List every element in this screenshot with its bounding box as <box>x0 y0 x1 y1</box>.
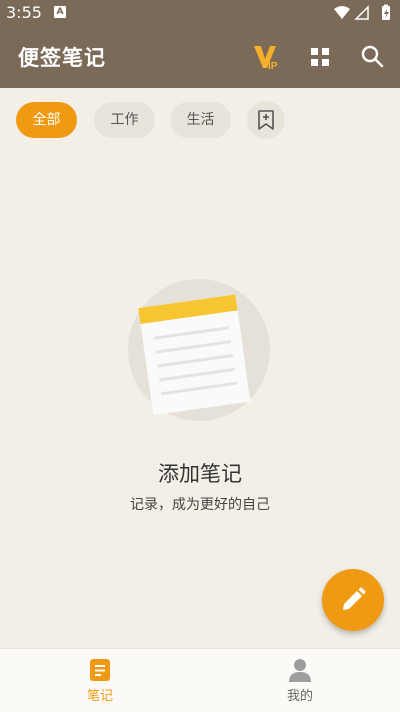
search-icon[interactable] <box>358 42 388 72</box>
bottom-navigation: 笔记 我的 <box>0 648 400 712</box>
nav-notes[interactable]: 笔记 <box>0 649 200 712</box>
status-bar: 3:55 A <box>0 0 400 26</box>
bookmark-add-icon <box>258 110 274 130</box>
svg-text:IP: IP <box>268 61 278 72</box>
empty-state-title: 添加笔记 <box>158 462 242 486</box>
tab-life[interactable]: 生活 <box>170 102 231 138</box>
category-tabs: 全部 工作 生活 <box>0 100 400 140</box>
tab-all[interactable]: 全部 <box>16 102 77 138</box>
app-title: 便签笔记 <box>18 46 106 70</box>
grid-icon[interactable] <box>305 42 335 72</box>
empty-state-subtitle: 记录，成为更好的自己 <box>130 497 270 513</box>
note-icon <box>90 659 110 681</box>
empty-notes-illustration <box>128 279 270 421</box>
app-bar: 便签笔记 IP <box>0 26 400 88</box>
nav-notes-label: 笔记 <box>86 689 113 704</box>
vip-icon[interactable]: IP <box>252 42 282 72</box>
notification-badge-icon: A <box>54 6 66 18</box>
nav-mine[interactable]: 我的 <box>200 649 400 712</box>
nav-mine-label: 我的 <box>286 689 313 704</box>
add-category-button[interactable] <box>247 101 285 139</box>
add-note-button[interactable] <box>322 569 384 631</box>
person-icon <box>289 659 311 682</box>
system-status-icons <box>334 4 390 20</box>
status-time: 3:55 <box>6 3 42 22</box>
wifi-icon <box>334 6 350 19</box>
signal-icon <box>354 5 369 20</box>
pencil-icon <box>343 587 366 610</box>
tab-work[interactable]: 工作 <box>94 102 155 138</box>
